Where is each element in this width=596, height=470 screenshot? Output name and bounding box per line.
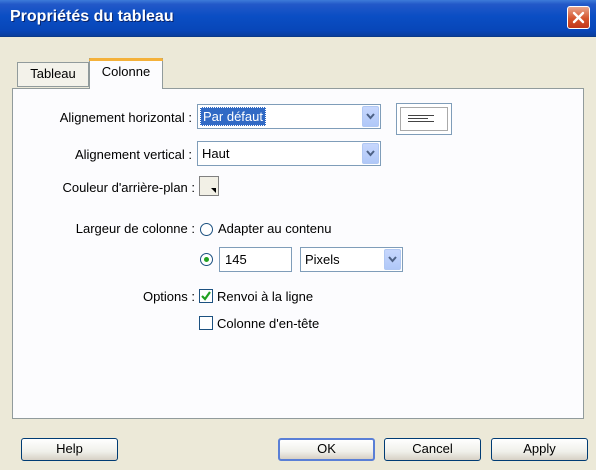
custom-width-radio[interactable] xyxy=(200,253,213,266)
vertical-align-value: Haut xyxy=(202,146,230,161)
header-column-checkbox[interactable] xyxy=(199,316,213,330)
header-column-label: Colonne d'en-tête xyxy=(217,316,320,331)
wrap-checkbox[interactable] xyxy=(199,289,213,303)
background-color-label: Couleur d'arrière-plan : xyxy=(62,180,195,195)
horizontal-align-value: Par défaut xyxy=(200,107,266,126)
ok-button[interactable]: OK xyxy=(278,438,375,461)
alignment-preview xyxy=(396,103,452,135)
chevron-down-icon[interactable] xyxy=(362,106,379,127)
apply-button[interactable]: Apply xyxy=(491,438,588,461)
ok-button-label: OK xyxy=(317,441,336,456)
chevron-down-icon[interactable] xyxy=(384,249,401,270)
column-width-label: Largeur de colonne : xyxy=(75,221,195,236)
horizontal-align-select[interactable]: Par défaut xyxy=(197,104,381,129)
width-value: 145 xyxy=(225,252,247,267)
radio-selected-dot xyxy=(204,257,209,262)
width-unit-select[interactable]: Pixels xyxy=(300,247,403,272)
dropdown-corner-icon xyxy=(211,188,216,193)
chevron-down-icon[interactable] xyxy=(362,143,379,164)
fit-content-radio[interactable] xyxy=(200,223,213,236)
cancel-button[interactable]: Cancel xyxy=(384,438,481,461)
vertical-align-select[interactable]: Haut xyxy=(197,141,381,166)
help-button[interactable]: Help xyxy=(21,438,118,461)
cancel-button-label: Cancel xyxy=(412,441,453,456)
apply-button-label: Apply xyxy=(523,441,556,456)
fit-content-label: Adapter au contenu xyxy=(218,221,332,236)
options-label: Options : xyxy=(142,289,195,304)
vertical-align-label: Alignement vertical : xyxy=(74,147,192,162)
background-color-picker[interactable] xyxy=(199,176,219,196)
help-button-label: Help xyxy=(56,441,83,456)
checkmark-icon xyxy=(201,291,211,301)
wrap-label: Renvoi à la ligne xyxy=(217,289,314,304)
width-unit-value: Pixels xyxy=(305,252,340,267)
horizontal-align-label: Alignement horizontal : xyxy=(59,110,192,125)
width-input[interactable]: 145 xyxy=(219,247,292,272)
